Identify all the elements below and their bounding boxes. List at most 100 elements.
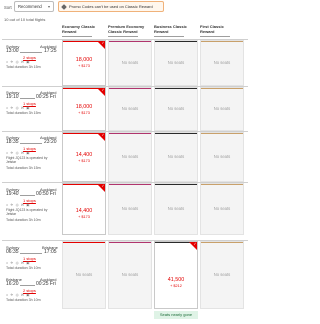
arrival-time: 17:05: [44, 249, 57, 255]
premium-economy-fare-cell: No seats: [108, 40, 152, 86]
no-seats-label: No seats: [121, 154, 139, 159]
fare-bar: [201, 184, 243, 186]
departure-time: 06:35: [6, 249, 19, 255]
header-underline: [200, 35, 230, 37]
sort-dropdown[interactable]: Recommend ▾: [14, 1, 54, 12]
departure-time: 19:40: [6, 191, 19, 197]
badge-icon: ✓: [101, 41, 105, 45]
header-first-line2: Reward: [200, 28, 215, 34]
route-line: [20, 143, 42, 144]
sort-selected-value: Recommend: [18, 4, 42, 9]
badge-icon: ✓: [101, 88, 105, 92]
chevron-down-icon: ▾: [47, 4, 50, 9]
no-seats-label: No seats: [167, 206, 185, 211]
flight-row: Sydney Auckland 18:35 23:20 1 stops ⌂ ✈ …: [2, 131, 248, 182]
no-seats-label: No seats: [121, 60, 139, 65]
premium-economy-fare-cell: No seats: [108, 241, 152, 309]
total-duration: Total duration 3h 10m: [6, 298, 41, 302]
route-line: [20, 285, 35, 286]
tag-icon: [61, 4, 67, 10]
fare-bar: [109, 133, 151, 135]
economy-tax: + $173: [78, 159, 90, 163]
economy-fare-cell[interactable]: ✓ 18,000 + $173: [62, 87, 106, 131]
business-tax: + $212: [170, 284, 182, 288]
economy-fare-cell[interactable]: ✓ 18,000 + $173: [62, 40, 106, 86]
fare-bar: [63, 242, 105, 244]
header-premium-line2: Classic Reward: [108, 28, 138, 34]
no-seats-label: No seats: [121, 106, 139, 111]
total-duration: Total duration 3h 15m: [6, 65, 41, 69]
no-seats-label: No seats: [213, 206, 231, 211]
header-underline: [62, 35, 92, 37]
economy-fare-cell[interactable]: ✓ 14,400 + $173: [62, 183, 106, 235]
operated-by-note: Flight JQ123 is operated by Jetstar: [6, 156, 48, 165]
arrival-time: 00:50 Fri: [36, 191, 56, 197]
business-fare-cell: No seats: [154, 40, 198, 86]
route-line: [20, 253, 42, 254]
arrival-time: 23:20: [44, 139, 57, 145]
flight-row: Sydney Auckland 19:40 00:50 Fri 1 stops …: [2, 182, 248, 235]
seats-nearly-gone-badge: Seats nearly gone: [154, 311, 198, 319]
flight-row: Sydney Auckland 13:00 17:25 2 stops ⌂ ✈ …: [2, 39, 248, 86]
no-seats-label: No seats: [121, 272, 139, 277]
arrival-time: 00:25 Fri: [36, 94, 56, 100]
arrival-time: 17:25: [44, 48, 57, 54]
economy-tax: + $173: [78, 111, 90, 115]
header-economy-line2: Reward: [62, 28, 77, 34]
business-fare-cell[interactable]: ✓ 41,500 + $212: [154, 241, 198, 309]
fare-bar: [109, 88, 151, 90]
no-seats-label: No seats: [213, 106, 231, 111]
header-business-line2: Reward: [154, 28, 169, 34]
route-line: [20, 195, 35, 196]
no-seats-label: No seats: [213, 60, 231, 65]
fare-bar: [155, 133, 197, 135]
total-duration: Total duration 3h 10m: [6, 266, 41, 270]
fare-bar: [201, 41, 243, 43]
header-underline: [108, 35, 138, 37]
results-count: 10 out of 10 total flights: [4, 17, 46, 22]
flight-row: Sydney Brisbane 06:35 17:05 1 stops ⌂ ✈ …: [2, 240, 248, 324]
badge-icon: ✓: [101, 133, 105, 137]
total-duration: Total duration 3h 15m: [6, 111, 41, 115]
header-business-classic-reward: Business Classic Reward: [154, 24, 187, 37]
business-fare-cell: No seats: [154, 132, 198, 182]
fare-bar: [155, 88, 197, 90]
no-seats-label: No seats: [167, 106, 185, 111]
economy-fare-cell[interactable]: ✓ 14,400 + $173: [62, 132, 106, 182]
fare-bar: [201, 242, 243, 244]
departure-time: 18:35: [6, 139, 19, 145]
fare-bar: [109, 41, 151, 43]
business-points: 41,500: [167, 277, 185, 283]
premium-economy-fare-cell: No seats: [108, 87, 152, 131]
fare-bar: [155, 184, 197, 186]
badge-icon: ✓: [193, 242, 197, 246]
fare-bar: [155, 41, 197, 43]
fare-bar: [201, 88, 243, 90]
header-economy-classic-reward: Economy Classic Reward: [62, 24, 95, 37]
promo-code-notice: Promo Codes can't be used on Classic Rew…: [58, 1, 164, 12]
economy-fare-cell: No seats: [62, 241, 106, 309]
first-fare-cell: No seats: [200, 183, 244, 235]
first-fare-cell: No seats: [200, 87, 244, 131]
no-seats-label: No seats: [75, 272, 93, 277]
total-duration: Total duration 3h 10m: [6, 218, 41, 222]
route-line: [20, 52, 42, 53]
economy-points: 18,000: [75, 57, 93, 63]
header-underline: [154, 35, 184, 37]
first-fare-cell: No seats: [200, 132, 244, 182]
fare-bar: [109, 184, 151, 186]
first-fare-cell: No seats: [200, 40, 244, 86]
economy-tax: + $173: [78, 215, 90, 219]
first-fare-cell: No seats: [200, 241, 244, 309]
no-seats-label: No seats: [167, 154, 185, 159]
business-fare-cell: No seats: [154, 87, 198, 131]
departure-time: 19:10: [6, 94, 19, 100]
no-seats-label: No seats: [213, 272, 231, 277]
business-fare-cell: No seats: [154, 183, 198, 235]
no-seats-label: No seats: [213, 154, 231, 159]
arrival-time: 00:25 Fri: [36, 281, 56, 287]
no-seats-label: No seats: [167, 60, 185, 65]
promo-notice-text: Promo Codes can't be used on Classic Rew…: [69, 4, 153, 9]
header-premium-economy-classic-reward: Premium Economy Classic Reward: [108, 24, 144, 37]
economy-tax: + $173: [78, 64, 90, 68]
